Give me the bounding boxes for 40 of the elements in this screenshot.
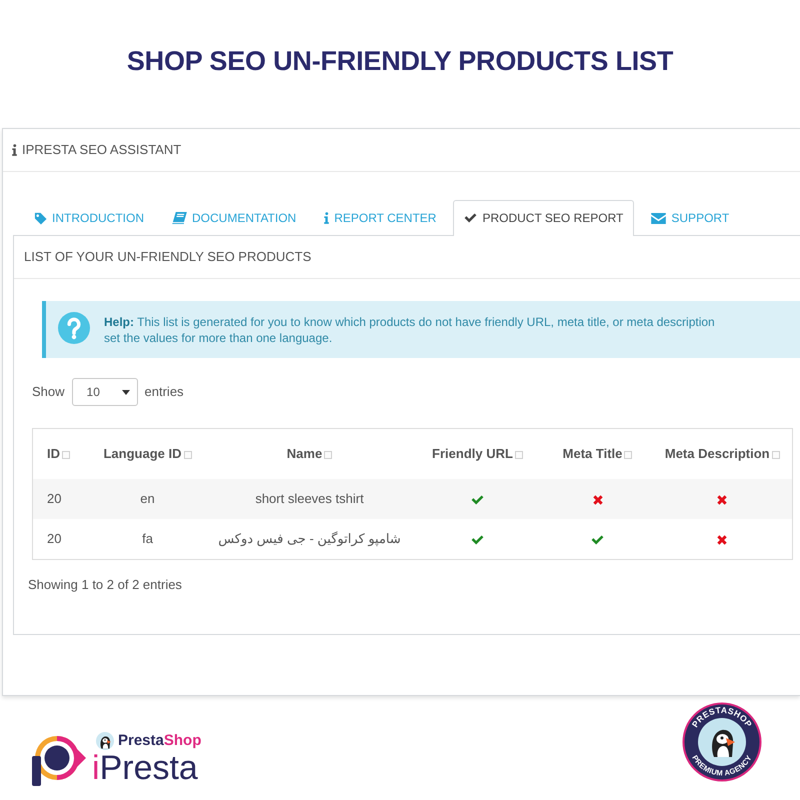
sort-icon (772, 450, 780, 459)
table-cell: 20 (32, 479, 88, 519)
info-icon (12, 144, 17, 156)
tag-icon (34, 212, 47, 224)
sort-icon (514, 450, 523, 459)
entries-select[interactable]: 10 (72, 378, 138, 406)
column-header[interactable]: Meta Description (664, 446, 770, 461)
brand-logo-icon (30, 734, 86, 786)
table-cell: شامپو کراتوگین - جی فیس دوکس (206, 519, 412, 560)
partner-name: PrestaShop (118, 732, 202, 750)
sort-icon (184, 450, 192, 459)
column-header[interactable]: Language ID (103, 446, 182, 461)
caret-icon (122, 390, 130, 394)
help-icon (58, 312, 90, 344)
table-cell: en (88, 479, 206, 519)
help-text: Help: This list is generated for you to know which products do not have friendly URL, meta title, or meta description set the values for more than one language. (104, 314, 715, 346)
column-header[interactable]: Meta Title (562, 446, 622, 461)
column-header[interactable]: Name (286, 446, 322, 461)
tab[interactable]: PRODUCT SEO REPORT (453, 200, 634, 236)
show-label: Show (32, 384, 65, 400)
table-cell: 20 (32, 519, 88, 560)
info-icon (324, 212, 330, 224)
panel-title: LIST OF YOUR UN-FRIENDLY SEO PRODUCTS (24, 249, 312, 265)
bird-icon (712, 730, 735, 757)
panel-title: IPRESTA SEO ASSISTANT (22, 142, 182, 158)
column-header[interactable]: ID (47, 446, 60, 461)
brand-name: iPresta (92, 750, 198, 786)
entries-label: entries (144, 384, 184, 400)
table-cell: fa (88, 519, 206, 560)
table-cell: short sleeves tshirt (206, 479, 412, 519)
book-icon (172, 212, 187, 224)
bird-icon (96, 732, 114, 750)
envelope-icon (651, 212, 666, 224)
table-info-text: Showing 1 to 2 of 2 entries (28, 577, 182, 592)
sort-icon (624, 450, 632, 459)
check-icon (464, 213, 478, 223)
sort-icon (62, 450, 70, 459)
sort-icon (324, 450, 332, 459)
column-header[interactable]: Friendly URL (432, 446, 513, 461)
page-title: SHOP SEO UN-FRIENDLY PRODUCTS LIST (126, 45, 674, 78)
